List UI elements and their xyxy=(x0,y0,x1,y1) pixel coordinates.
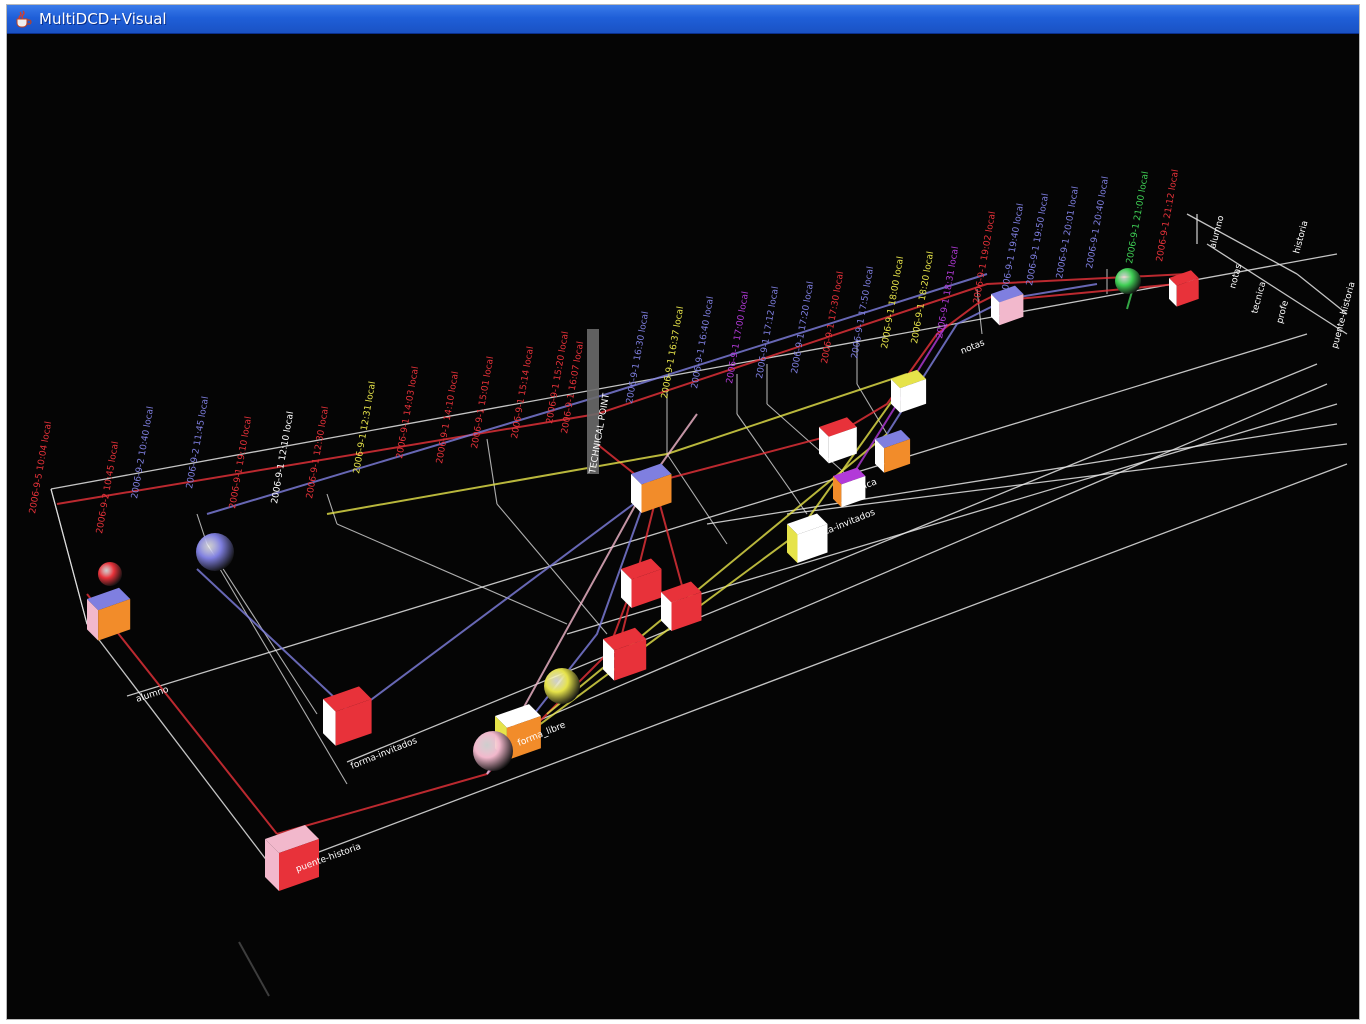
timeline-label: 2006-9-1 19:02 local xyxy=(972,211,998,305)
sphere-body xyxy=(196,533,234,571)
3d-visualization-viewport[interactable]: 2006-9-5 10:04 local 2006-9-2 10:45 local… xyxy=(7,34,1359,1019)
event-sphere[interactable] xyxy=(544,668,580,704)
event-cube[interactable] xyxy=(621,558,662,609)
timeline-label: 2006-9-1 20:01 local xyxy=(1055,186,1081,280)
timeline-label: 2006-9-1 17:00 local xyxy=(725,291,751,385)
sphere-body xyxy=(98,562,122,586)
event-cube[interactable] xyxy=(265,825,319,891)
timeline-label: 2006-9-2 10:45 local xyxy=(95,441,121,535)
sphere-body xyxy=(1115,268,1141,294)
timeline-label: 2006-9-2 10:40 local xyxy=(130,406,156,500)
drop-line xyxy=(216,563,348,785)
timeline-label: 2006-9-1 17:12 local xyxy=(755,286,781,380)
header-label: tecnica xyxy=(1250,281,1268,315)
header-label: alumno xyxy=(1208,214,1227,250)
timeline-label: 2006-9-1 21:12 local xyxy=(1155,169,1181,263)
title-bar[interactable]: MultiDCD+Visual xyxy=(7,5,1359,34)
event-cube[interactable] xyxy=(661,581,702,632)
application-window: MultiDCD+Visual 2006-9-5 10:04 local 2006… xyxy=(6,4,1360,1020)
event-cube[interactable] xyxy=(1169,270,1199,307)
timeline-label: 2006-9-5 10:04 local xyxy=(28,421,54,515)
grid-line xyxy=(1296,273,1348,315)
trace-edge-blue xyxy=(351,493,648,715)
timeline-label: 2006-9-1 21:00 local xyxy=(1125,171,1151,265)
sphere-body xyxy=(473,731,513,771)
event-cube[interactable] xyxy=(891,369,927,413)
timeline-label: 2006-9-1 19:10 local xyxy=(228,416,254,510)
event-cube[interactable] xyxy=(87,587,131,641)
grid-line xyxy=(126,333,1308,697)
sphere-body xyxy=(544,668,580,704)
event-nodes[interactable] xyxy=(87,268,1199,891)
drop-line xyxy=(336,523,568,625)
header-label: historia xyxy=(1292,220,1310,255)
timeline-label: 2006-9-1 16:30 local xyxy=(625,311,651,405)
timeline-label: 2006-9-1 17:20 local xyxy=(790,281,816,375)
drop-line xyxy=(50,488,88,625)
timeline-label: 2006-9-1 19:50 local xyxy=(1025,193,1051,287)
floor-mark xyxy=(238,941,270,997)
grid-line xyxy=(1186,213,1298,275)
timeline-label: 2006-9-2 11:45 local xyxy=(185,396,211,490)
track-label: notas xyxy=(959,338,986,357)
drop-line xyxy=(736,413,808,515)
track-label: forma-invitados xyxy=(349,736,419,772)
event-cube[interactable] xyxy=(819,417,857,464)
header-label: profe xyxy=(1275,299,1291,325)
grid-line xyxy=(706,423,1338,525)
timeline-label: 2006-9-1 20:40 local xyxy=(1085,176,1111,270)
timeline-label: 2006-9-1 15:01 local xyxy=(470,356,496,450)
window-title: MultiDCD+Visual xyxy=(39,10,167,28)
trace-edge-red xyxy=(1016,283,1178,300)
timeline-label: 2006-9-1 12:31 local xyxy=(352,381,378,475)
timeline-label: 2006-9-1 17:30 local xyxy=(820,271,846,365)
grid-line xyxy=(506,383,1328,735)
drop-line xyxy=(666,453,728,545)
event-cube[interactable] xyxy=(991,285,1024,326)
header-label: notas xyxy=(1228,263,1244,290)
drop-line xyxy=(486,438,498,505)
event-sphere[interactable] xyxy=(1115,268,1141,294)
java-cup-icon[interactable] xyxy=(13,9,33,29)
track-labels: puente-historiaforma-invitadosforma_libr… xyxy=(135,338,987,875)
event-sphere[interactable] xyxy=(473,731,513,771)
event-cube[interactable] xyxy=(323,686,372,746)
event-sphere[interactable] xyxy=(98,562,122,586)
event-cube[interactable] xyxy=(603,627,647,681)
timeline-label: 2006-9-1 17:50 local xyxy=(850,266,876,360)
header-labels: alumnonotas tecnica profe historia puente-hi… xyxy=(1208,214,1357,350)
timeline-scene[interactable]: 2006-9-5 10:04 local 2006-9-2 10:45 local… xyxy=(7,34,1359,1019)
event-cube[interactable] xyxy=(631,463,672,514)
event-sphere[interactable] xyxy=(196,533,234,571)
header-label: puente-historia xyxy=(1330,281,1357,350)
grid-line xyxy=(86,623,278,875)
trace-edge-blue xyxy=(196,568,353,715)
drop-line xyxy=(326,493,338,525)
drop-line xyxy=(496,503,608,635)
event-cube[interactable] xyxy=(875,429,911,473)
timeline-label: 2006-9-1 12:30 local xyxy=(305,406,331,500)
